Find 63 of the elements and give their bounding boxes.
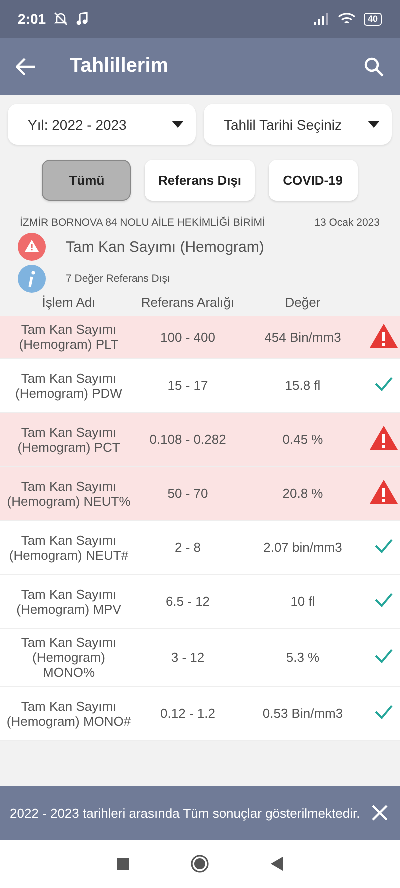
range-cell-text: 0.12 - 1.2 <box>160 706 216 721</box>
test-name: Tam Kan Sayımı (Hemogram) <box>66 238 264 256</box>
range-cell-text: 6.5 - 12 <box>164 594 212 609</box>
caret-icon <box>172 121 184 128</box>
test-name-cell-text: Tam Kan Sayımı (Hemogram) NEUT% <box>6 478 132 508</box>
filter-tab[interactable]: COVID-19 <box>268 160 358 201</box>
battery-icon: 40 <box>364 12 382 26</box>
close-button[interactable] <box>372 805 388 821</box>
report-date: 13 Ocak 2023 <box>314 217 380 229</box>
snackbar-message: 2022 - 2023 tarihleri arasında Tüm sonuçlar gösterilmektedir. <box>10 806 362 820</box>
range-cell-text: 2 - 8 <box>174 540 202 555</box>
dropdown-label: Tahlil Tarihi Seçiniz <box>224 116 342 132</box>
value-cell-text: 15.8 fl <box>284 378 322 393</box>
check-icon <box>374 648 394 664</box>
warning-icon <box>369 322 399 348</box>
value-cell-text: 10 fl <box>290 594 316 609</box>
value-cell-text: 0.53 Bin/mm3 <box>262 706 344 721</box>
info-icon <box>18 265 46 293</box>
range-cell-text: 0.108 - 0.282 <box>148 432 228 447</box>
check-icon <box>374 704 394 720</box>
test-name-cell-text: Tam Kan Sayımı (Hemogram) PCT <box>16 424 122 454</box>
warning-icon <box>18 233 46 261</box>
column-header: Değer <box>284 295 322 310</box>
filter-tab[interactable]: Referans Dışı <box>145 160 255 201</box>
institution-name: İZMİR BORNOVA 84 NOLU AİLE HEKİMLİĞİ BİRİMİ <box>20 217 266 229</box>
filter-dropdown[interactable]: Yıl: 2022 - 2023 <box>8 104 196 145</box>
out-of-range-summary: 7 Değer Referans Dışı <box>66 273 170 285</box>
range-cell-text: 100 - 400 <box>160 330 216 344</box>
range-cell-text: 3 - 12 <box>170 650 206 665</box>
back-button[interactable] <box>16 58 36 76</box>
test-name-cell-text: Tam Kan Sayımı (Hemogram) PDW <box>14 370 124 400</box>
test-name-cell-text: Tam Kan Sayımı (Hemogram) NEUT# <box>8 532 130 562</box>
music-note-icon <box>76 12 88 26</box>
filter-dropdown[interactable]: Tahlil Tarihi Seçiniz <box>204 104 392 145</box>
status-time: 2:01 <box>18 11 46 27</box>
caret-icon <box>368 121 380 128</box>
wifi-icon <box>338 12 356 26</box>
test-name-cell-text: Tam Kan Sayımı (Hemogram) MPV <box>16 586 122 616</box>
filter-tab[interactable]: Tümü <box>42 160 132 201</box>
check-icon <box>374 592 394 608</box>
signal-icon <box>314 13 330 25</box>
search-button[interactable] <box>364 56 384 76</box>
value-cell-text: 5.3 % <box>285 650 321 665</box>
value-cell-text: 20.8 % <box>282 486 324 501</box>
check-icon <box>374 538 394 554</box>
back-nav-icon[interactable] <box>271 857 283 871</box>
value-cell-text: 2.07 bin/mm3 <box>262 540 344 555</box>
range-cell-text: 15 - 17 <box>166 378 210 393</box>
column-header: İşlem Adı <box>41 295 97 310</box>
test-name-cell-text: Tam Kan Sayımı (Hemogram) MONO# <box>6 698 132 728</box>
dropdown-label: Yıl: 2022 - 2023 <box>28 116 127 132</box>
value-cell-text: 454 Bin/mm3 <box>264 330 342 344</box>
column-header: Referans Aralığı <box>140 295 236 310</box>
test-name-cell-text: Tam Kan Sayımı (Hemogram) MONO% <box>20 635 118 680</box>
range-cell-text: 50 - 70 <box>166 486 210 501</box>
value-cell-text: 0.45 % <box>282 432 324 447</box>
screen-title: Tahlillerim <box>70 55 170 78</box>
warning-icon <box>369 479 399 505</box>
home-icon[interactable] <box>191 855 209 873</box>
check-icon <box>374 376 394 392</box>
bell-off-icon <box>54 12 68 26</box>
warning-icon <box>369 425 399 451</box>
test-name-cell-text: Tam Kan Sayımı (Hemogram) PLT <box>18 322 120 352</box>
